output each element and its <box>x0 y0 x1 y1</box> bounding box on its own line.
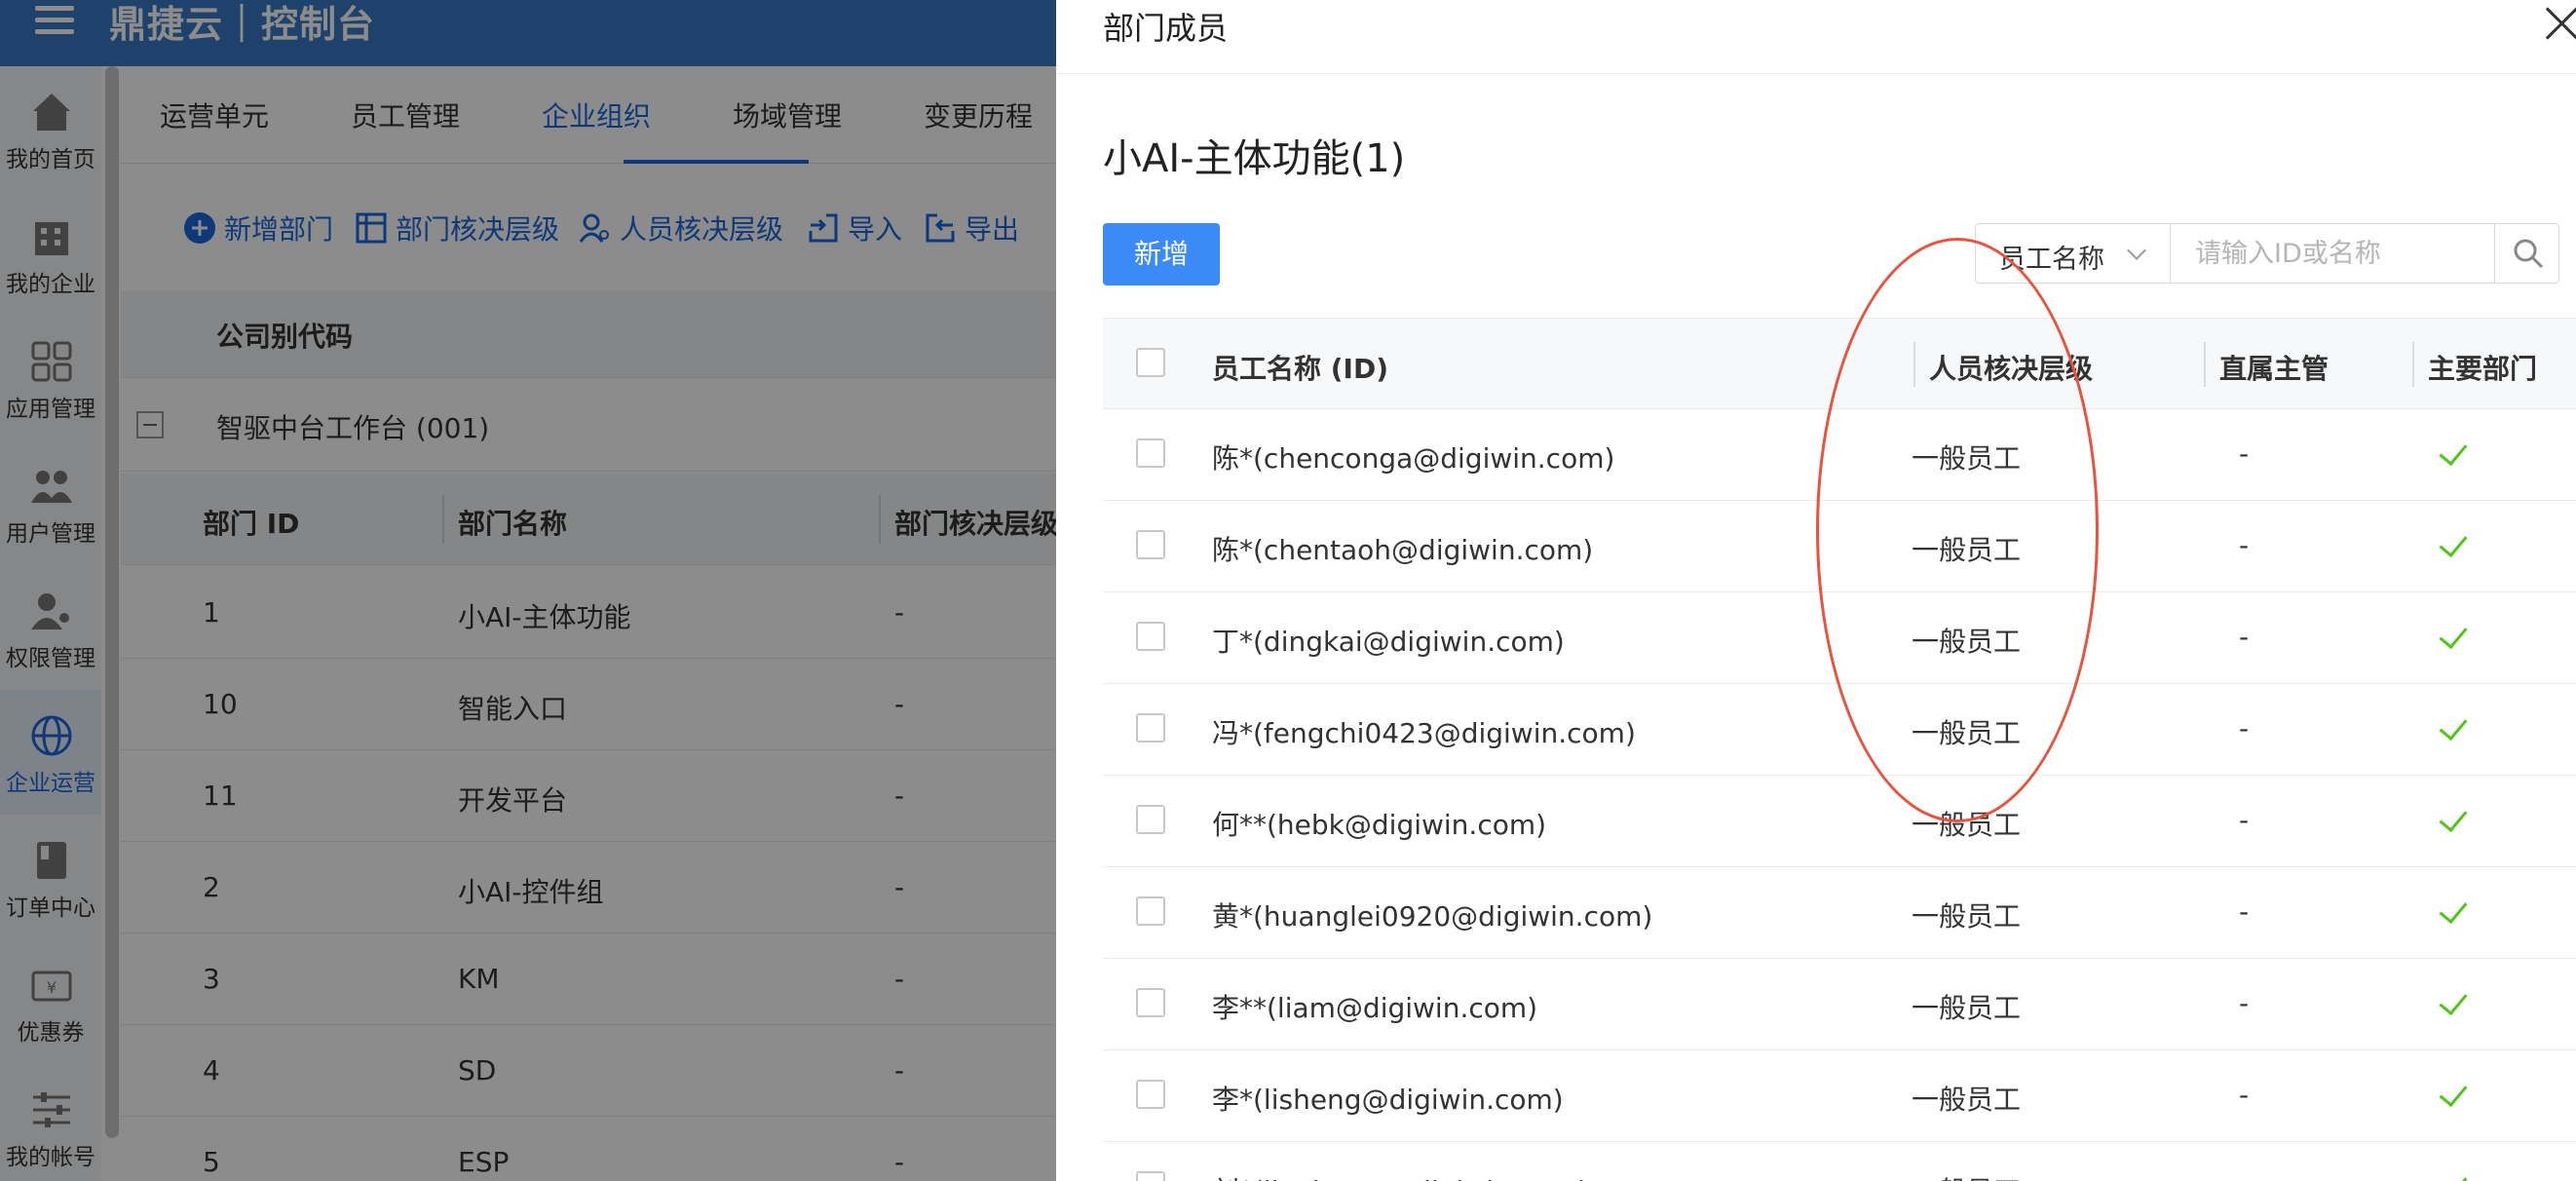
close-icon[interactable] <box>2543 4 2576 43</box>
row-checkbox[interactable] <box>1136 438 1165 468</box>
member-level-cell: 一般员工 <box>1912 442 2022 475</box>
member-manager-cell: - <box>2239 987 2250 1019</box>
member-manager-cell: - <box>2239 895 2250 928</box>
table-row[interactable]: 冯*(fengchi0423@digiwin.com) 一般员工 - <box>1103 684 2576 776</box>
table-row[interactable]: 刘*(liuxiaoyu@digiwin.com) 一般员工 - <box>1103 1142 2576 1181</box>
member-level-cell: 一般员工 <box>1912 1084 2022 1116</box>
drawer-title: 部门成员 <box>1103 10 1229 47</box>
member-table-header: 员工名称 (ID) 人员核决层级 直属主管 主要部门 <box>1103 318 2576 409</box>
row-checkbox[interactable] <box>1136 1080 1165 1109</box>
check-icon <box>2439 527 2468 558</box>
row-checkbox[interactable] <box>1136 988 1165 1017</box>
row-checkbox[interactable] <box>1136 622 1165 651</box>
check-icon <box>2439 1077 2468 1108</box>
column-divider <box>2412 342 2414 387</box>
member-name-cell: 陈*(chenconga@digiwin.com) <box>1212 442 1615 475</box>
member-level-cell: 一般员工 <box>1912 900 2022 933</box>
member-name-cell: 陈*(chentaoh@digiwin.com) <box>1212 534 1594 566</box>
search-field-select[interactable]: 员工名称 <box>1976 224 2171 283</box>
row-checkbox[interactable] <box>1136 1171 1165 1181</box>
check-icon <box>2439 985 2468 1016</box>
search-input[interactable] <box>2172 224 2493 283</box>
member-manager-cell: - <box>2239 438 2250 470</box>
check-icon <box>2439 436 2468 467</box>
add-member-button[interactable]: 新增 <box>1103 223 1220 286</box>
search-field-value: 员工名称 <box>1999 245 2104 275</box>
search-icon <box>2514 239 2544 269</box>
check-icon <box>2439 894 2468 925</box>
member-manager-cell: - <box>2239 1079 2250 1111</box>
name-header: 员工名称 (ID) <box>1212 353 1389 385</box>
search-button[interactable] <box>2494 224 2558 283</box>
check-icon <box>2439 802 2468 833</box>
member-manager-cell: - <box>2239 804 2250 836</box>
column-divider <box>1913 342 1915 387</box>
member-name-cell: 冯*(fengchi0423@digiwin.com) <box>1212 717 1636 749</box>
member-level-cell: 一般员工 <box>1912 809 2022 841</box>
table-row[interactable]: 李*(lisheng@digiwin.com) 一般员工 - <box>1103 1050 2576 1142</box>
check-icon <box>2439 1168 2468 1181</box>
check-icon <box>2439 619 2468 650</box>
member-manager-cell: - <box>2239 529 2250 561</box>
level-header: 人员核决层级 <box>1929 353 2094 385</box>
member-level-cell: 一般员工 <box>1912 534 2022 566</box>
row-checkbox[interactable] <box>1136 713 1165 743</box>
row-checkbox[interactable] <box>1136 805 1165 834</box>
column-divider <box>2204 342 2206 387</box>
member-level-cell: 一般员工 <box>1912 717 2022 749</box>
member-level-cell: 一般员工 <box>1912 1170 2021 1181</box>
member-name-cell: 刘*(liuxiaoyu@digiwin.com) <box>1212 1170 1588 1181</box>
table-row[interactable]: 何**(hebk@digiwin.com) 一般员工 - <box>1103 776 2576 867</box>
member-name-cell: 李**(liam@digiwin.com) <box>1212 992 1538 1024</box>
member-manager-cell: - <box>2239 621 2250 653</box>
member-manager-cell: - <box>2239 712 2250 744</box>
table-row[interactable]: 黄*(huanglei0920@digiwin.com) 一般员工 - <box>1103 867 2576 959</box>
row-checkbox[interactable] <box>1136 896 1165 926</box>
modal-overlay[interactable] <box>0 0 1056 1181</box>
check-icon <box>2439 710 2468 742</box>
member-name-cell: 黄*(huanglei0920@digiwin.com) <box>1212 900 1653 933</box>
member-level-cell: 一般员工 <box>1912 992 2022 1024</box>
member-manager-cell: - <box>2239 1170 2249 1181</box>
primary-dept-header: 主要部门 <box>2428 353 2538 385</box>
table-row[interactable]: 丁*(dingkai@digiwin.com) 一般员工 - <box>1103 592 2576 684</box>
dept-members-drawer: 部门成员 小AI-主体功能(1) 新增 员工名称 员工名称 (ID) 人员核决层… <box>1056 0 2576 1181</box>
member-name-cell: 李*(lisheng@digiwin.com) <box>1212 1084 1564 1116</box>
chevron-down-icon <box>2127 241 2146 260</box>
drawer-header: 部门成员 <box>1056 0 2576 74</box>
member-search: 员工名称 <box>1975 223 2559 284</box>
table-row[interactable]: 李**(liam@digiwin.com) 一般员工 - <box>1103 959 2576 1050</box>
manager-header: 直属主管 <box>2219 353 2330 385</box>
member-level-cell: 一般员工 <box>1912 626 2022 658</box>
table-row[interactable]: 陈*(chenconga@digiwin.com) 一般员工 - <box>1103 409 2576 501</box>
row-checkbox[interactable] <box>1136 530 1165 559</box>
select-all-checkbox[interactable] <box>1136 348 1165 377</box>
table-row[interactable]: 陈*(chentaoh@digiwin.com) 一般员工 - <box>1103 501 2576 592</box>
dept-title: 小AI-主体功能(1) <box>1103 136 1406 181</box>
member-name-cell: 何**(hebk@digiwin.com) <box>1212 809 1547 841</box>
member-name-cell: 丁*(dingkai@digiwin.com) <box>1212 626 1565 658</box>
